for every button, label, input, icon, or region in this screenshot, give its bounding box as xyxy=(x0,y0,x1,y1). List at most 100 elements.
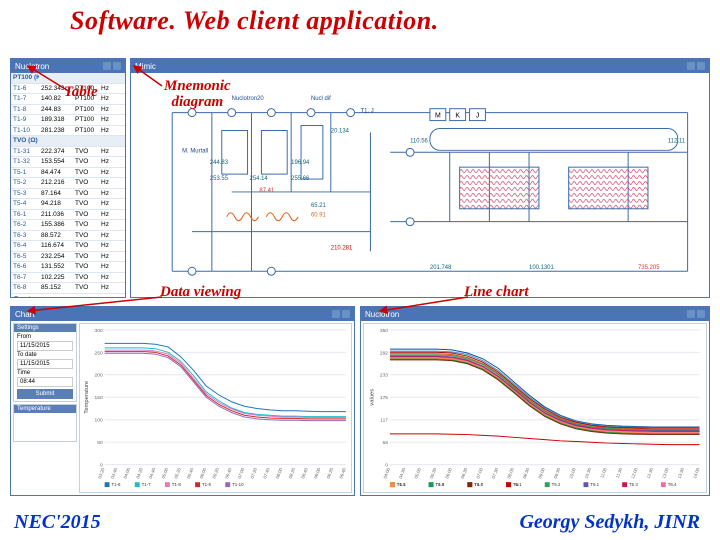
svg-text:T1-9: T1-9 xyxy=(202,482,212,487)
svg-text:10:00: 10:00 xyxy=(568,467,577,480)
table-row[interactable]: T1-9189.318PT100Hz xyxy=(11,115,125,126)
svg-text:04:30: 04:30 xyxy=(398,467,407,480)
svg-text:13:30: 13:30 xyxy=(677,467,686,480)
table-section: TVO (Ω) xyxy=(11,136,125,147)
from-date-input[interactable]: 11/15/2015 xyxy=(17,341,73,351)
table-row[interactable]: T6-2155.386TVOHz xyxy=(11,220,125,231)
svg-text:09:40: 09:40 xyxy=(338,467,347,480)
panel-dataviewing: Chart Settings From 11/15/2015 To date 1… xyxy=(10,306,355,496)
footer-left: NEC'2015 xyxy=(14,511,101,534)
panel-header[interactable]: Nuclotron xyxy=(361,307,709,321)
chart-dataviewing[interactable]: 050100150200250300Temperature03:2003:400… xyxy=(79,323,352,493)
svg-text:201.748: 201.748 xyxy=(430,265,452,271)
table-row[interactable]: T5-2212.216TVOHz xyxy=(11,178,125,189)
svg-text:T6.7: T6.7 xyxy=(474,482,483,487)
svg-text:T6.5: T6.5 xyxy=(397,482,406,487)
panel-title: Mimic xyxy=(135,62,156,71)
svg-text:06:30: 06:30 xyxy=(460,467,469,480)
gear-icon[interactable] xyxy=(103,62,111,70)
svg-text:253.55: 253.55 xyxy=(210,176,229,182)
settings-header: Settings xyxy=(17,325,39,331)
svg-text:210.281: 210.281 xyxy=(331,245,353,251)
gear-icon[interactable] xyxy=(687,62,695,70)
svg-text:04:00: 04:00 xyxy=(123,467,132,480)
close-icon[interactable] xyxy=(697,62,705,70)
svg-text:08:40: 08:40 xyxy=(300,467,309,480)
table-row[interactable]: T6-4116.674TVOHz xyxy=(11,241,125,252)
table-row[interactable]: T5-387.164TVOHz xyxy=(11,189,125,200)
close-icon[interactable] xyxy=(342,310,350,318)
svg-text:Nuclotron20: Nuclotron20 xyxy=(232,96,265,102)
svg-text:117: 117 xyxy=(380,418,388,424)
svg-text:M. Murtall: M. Murtall xyxy=(182,148,208,154)
svg-text:08:00: 08:00 xyxy=(506,467,515,480)
svg-text:20.134: 20.134 xyxy=(331,128,350,134)
svg-text:112.11: 112.11 xyxy=(668,138,686,144)
table-row[interactable]: T6-7102.225TVOHz xyxy=(11,273,125,284)
svg-text:09:30: 09:30 xyxy=(553,467,562,480)
table-row[interactable]: T1-31222.374TVOHz xyxy=(11,147,125,158)
panel-area: Nuclotron PT100 (K) T1-6252.343PT100HzT1… xyxy=(10,58,710,498)
svg-text:100.1301: 100.1301 xyxy=(529,265,554,271)
table-section: PT100 (K) xyxy=(11,73,125,84)
panel-header[interactable]: Mimic xyxy=(131,59,709,73)
label: To date xyxy=(17,352,37,358)
svg-text:03:40: 03:40 xyxy=(110,467,119,480)
svg-text:J: J xyxy=(476,113,479,120)
table-row[interactable]: T5-184.474TVOHz xyxy=(11,168,125,179)
svg-text:150: 150 xyxy=(95,395,103,401)
svg-text:11:30: 11:30 xyxy=(615,467,624,479)
close-icon[interactable] xyxy=(113,62,121,70)
svg-text:05:30: 05:30 xyxy=(429,467,438,480)
svg-text:65.21: 65.21 xyxy=(311,203,327,209)
svg-text:175: 175 xyxy=(380,395,388,401)
close-icon[interactable] xyxy=(697,310,705,318)
settings-column: Settings From 11/15/2015 To date 11/15/2… xyxy=(13,323,77,493)
svg-text:07:20: 07:20 xyxy=(250,467,259,480)
table-row[interactable]: T6-6131.552TVOHz xyxy=(11,262,125,273)
svg-text:12:30: 12:30 xyxy=(646,467,655,480)
footer-right: Georgy Sedykh, JINR xyxy=(519,511,700,534)
svg-text:14:00: 14:00 xyxy=(692,467,701,480)
table-body: PT100 (K) T1-6252.343PT100HzT1-7140.82PT… xyxy=(11,73,125,297)
svg-text:250: 250 xyxy=(95,350,103,356)
panel-header[interactable]: Nuclotron xyxy=(11,59,125,73)
gear-icon[interactable] xyxy=(332,310,340,318)
svg-text:07:00: 07:00 xyxy=(237,467,246,480)
front-link[interactable]: Front xyxy=(11,294,125,299)
svg-text:03:20: 03:20 xyxy=(97,467,106,480)
annot-mnemonic: Mnemonic diagram xyxy=(164,79,231,111)
table-row[interactable]: T5-494.218TVOHz xyxy=(11,199,125,210)
table-row[interactable]: T1-10281.238PT100Hz xyxy=(11,126,125,137)
svg-text:T6.1: T6.1 xyxy=(590,482,599,487)
svg-text:04:20: 04:20 xyxy=(135,467,144,480)
table-row[interactable]: T6-885.152TVOHz xyxy=(11,283,125,294)
svg-text:04:00: 04:00 xyxy=(382,467,391,480)
panel-header[interactable]: Chart xyxy=(11,307,354,321)
annot-dataviewing: Data viewing xyxy=(160,285,241,301)
svg-text:07:00: 07:00 xyxy=(475,467,484,480)
submit-button[interactable]: Submit xyxy=(17,389,73,399)
table-row[interactable]: T6-5232.254TVOHz xyxy=(11,252,125,263)
svg-text:100: 100 xyxy=(95,418,103,424)
svg-text:300: 300 xyxy=(95,328,103,334)
panel-title: Nuclotron xyxy=(15,62,49,71)
svg-text:T6.6: T6.6 xyxy=(435,482,444,487)
table-row[interactable]: T1-8244.83PT100Hz xyxy=(11,105,125,116)
temperature-header: Temperature xyxy=(17,406,51,412)
svg-text:110.56: 110.56 xyxy=(410,138,428,144)
chart-linechart[interactable]: 058117175233292350values04:0004:3005:000… xyxy=(363,323,707,493)
svg-text:200: 200 xyxy=(95,373,103,379)
table-row[interactable]: T1-32153.554TVOHz xyxy=(11,157,125,168)
svg-text:06:00: 06:00 xyxy=(444,467,453,480)
time-input[interactable]: 08:44 xyxy=(17,377,73,387)
svg-text:255.66: 255.66 xyxy=(291,176,310,182)
table-row[interactable]: T6-1211.036TVOHz xyxy=(11,210,125,221)
gear-icon[interactable] xyxy=(687,310,695,318)
panel-title: Chart xyxy=(15,310,35,319)
svg-text:T1-7: T1-7 xyxy=(142,482,152,487)
svg-text:T1-6: T1-6 xyxy=(111,482,121,487)
table-row[interactable]: T6-388.572TVOHz xyxy=(11,231,125,242)
svg-text:254.14: 254.14 xyxy=(250,176,269,182)
to-date-input[interactable]: 11/15/2015 xyxy=(17,359,73,369)
